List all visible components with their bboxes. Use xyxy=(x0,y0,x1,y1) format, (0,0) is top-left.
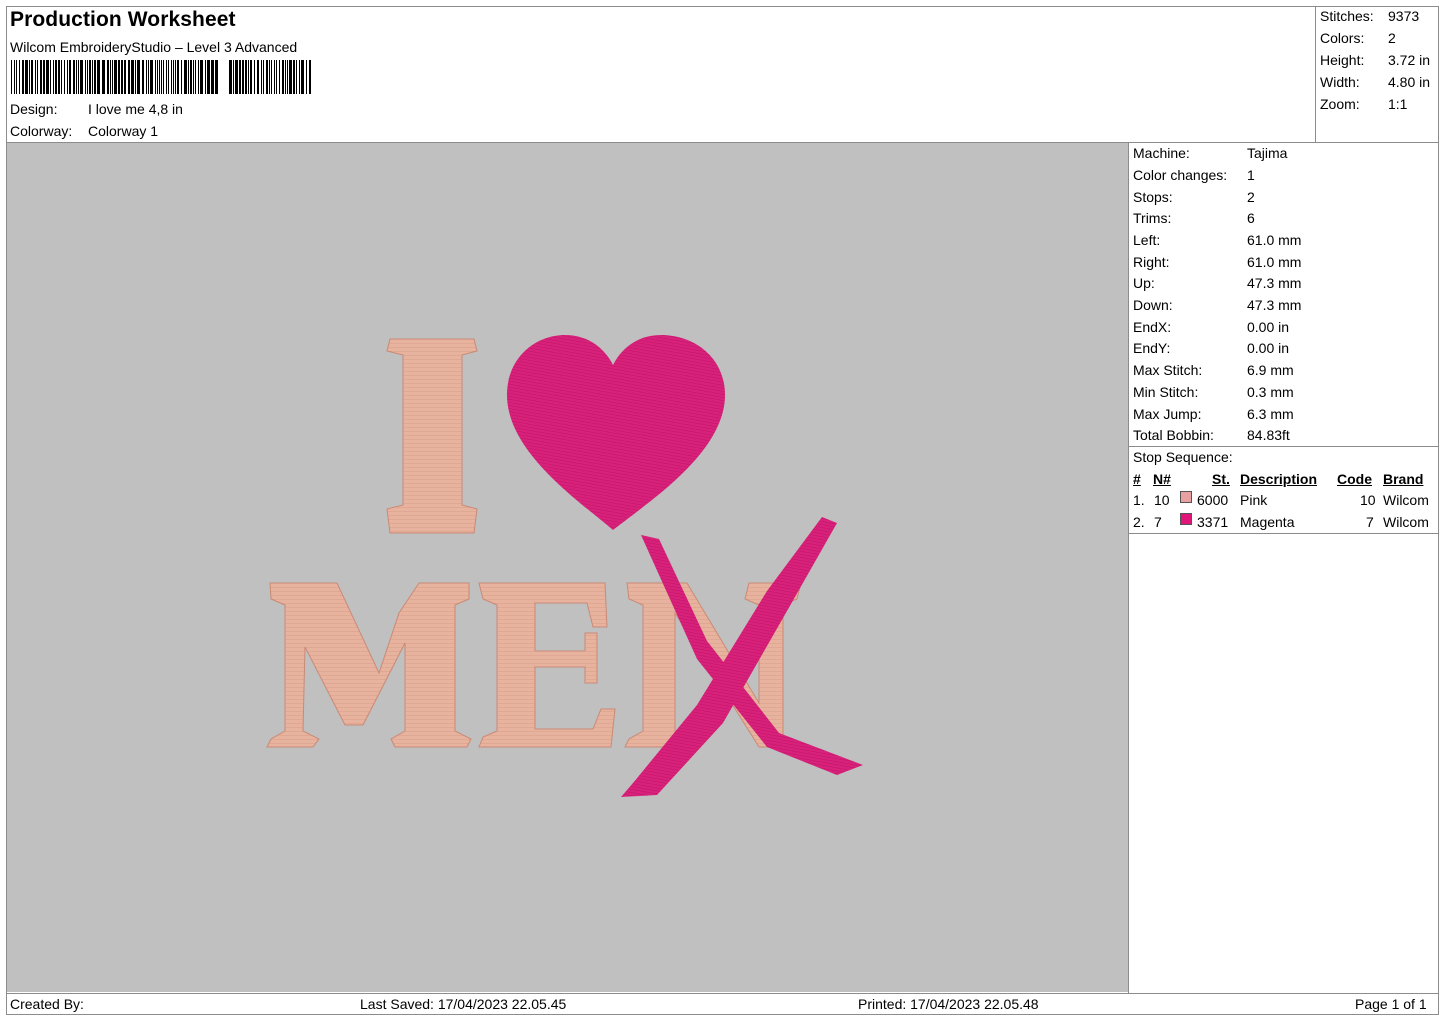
color-swatch xyxy=(1180,491,1192,503)
col-header-description: Description xyxy=(1240,471,1318,487)
row-stitches: 3371 xyxy=(1197,514,1229,530)
color-swatch xyxy=(1180,513,1192,525)
info-color-changes: Color changes: 1 xyxy=(1133,167,1255,183)
printed-date: Printed: 17/04/2023 22.05.48 xyxy=(858,996,1039,1012)
stats-box: Stitches: 9373 Colors: 2 Height: 3.72 in Wi… xyxy=(1315,6,1439,143)
stop-sequence-bottom-divider xyxy=(1129,533,1439,534)
col-header-code: Code xyxy=(1337,471,1372,487)
info-stops: Stops: 2 xyxy=(1133,189,1255,205)
design-label: Design: xyxy=(10,101,58,117)
col-header-n: N# xyxy=(1153,471,1171,487)
last-saved: Last Saved: 17/04/2023 22.05.45 xyxy=(360,996,567,1012)
row-code: 10 xyxy=(1360,492,1376,508)
stat-height: Height: 3.72 in xyxy=(1320,52,1431,68)
info-total-bobbin: Total Bobbin: 84.83ft xyxy=(1133,427,1290,443)
info-max-stitch: Max Stitch: 6.9 mm xyxy=(1133,362,1294,378)
footer: Created By: Last Saved: 17/04/2023 22.05… xyxy=(7,993,1439,1015)
row-stitches: 6000 xyxy=(1197,492,1229,508)
col-header-brand: Brand xyxy=(1383,471,1424,487)
colorway-row: Colorway: Colorway 1 xyxy=(10,123,158,139)
letter-m xyxy=(266,582,472,748)
row-description: Magenta xyxy=(1240,514,1295,530)
row-brand: Wilcom xyxy=(1383,492,1429,508)
design-value: I love me 4,8 in xyxy=(88,101,183,117)
heart-shape xyxy=(507,335,725,530)
barcode xyxy=(11,60,311,94)
row-needle: 10 xyxy=(1154,492,1170,508)
col-header-num: # xyxy=(1133,471,1141,487)
col-header-st: St. xyxy=(1212,471,1230,487)
design-preview xyxy=(7,143,1128,992)
row-code: 7 xyxy=(1366,514,1374,530)
software-name: Wilcom EmbroideryStudio – Level 3 Advanc… xyxy=(10,39,298,55)
created-by: Created By: xyxy=(10,996,84,1012)
info-left: Left: 61.0 mm xyxy=(1133,232,1302,248)
row-num: 2. xyxy=(1133,514,1145,530)
info-up: Up: 47.3 mm xyxy=(1133,275,1302,291)
info-min-stitch: Min Stitch: 0.3 mm xyxy=(1133,384,1294,400)
letter-i xyxy=(386,338,478,534)
colorway-label: Colorway: xyxy=(10,123,73,139)
info-endy: EndY: 0.00 in xyxy=(1133,340,1290,356)
info-max-jump: Max Jump: 6.3 mm xyxy=(1133,406,1294,422)
colorway-value: Colorway 1 xyxy=(88,123,159,139)
page-number: Page 1 of 1 xyxy=(1355,996,1427,1012)
row-needle: 7 xyxy=(1154,514,1162,530)
stat-width: Width: 4.80 in xyxy=(1320,74,1431,90)
panel-divider xyxy=(1128,143,1129,993)
stat-zoom: Zoom: 1:1 xyxy=(1320,96,1408,112)
design-row: Design: I love me 4,8 in xyxy=(10,101,183,117)
info-down: Down: 47.3 mm xyxy=(1133,297,1302,313)
info-trims: Trims: 6 xyxy=(1133,210,1255,226)
stop-sequence-title: Stop Sequence: xyxy=(1133,449,1233,465)
info-endx: EndX: 0.00 in xyxy=(1133,319,1290,335)
stat-colors: Colors: 2 xyxy=(1320,30,1396,46)
letter-e xyxy=(478,582,616,748)
info-right: Right: 61.0 mm xyxy=(1133,254,1302,270)
row-brand: Wilcom xyxy=(1383,514,1429,530)
stop-sequence-divider xyxy=(1129,446,1439,447)
info-machine: Machine: Tajima xyxy=(1133,145,1288,161)
page-title: Production Worksheet xyxy=(10,8,236,31)
row-description: Pink xyxy=(1240,492,1268,508)
embroidery-preview xyxy=(266,335,863,797)
stat-stitches: Stitches: 9373 xyxy=(1320,8,1420,24)
row-num: 1. xyxy=(1133,492,1145,508)
